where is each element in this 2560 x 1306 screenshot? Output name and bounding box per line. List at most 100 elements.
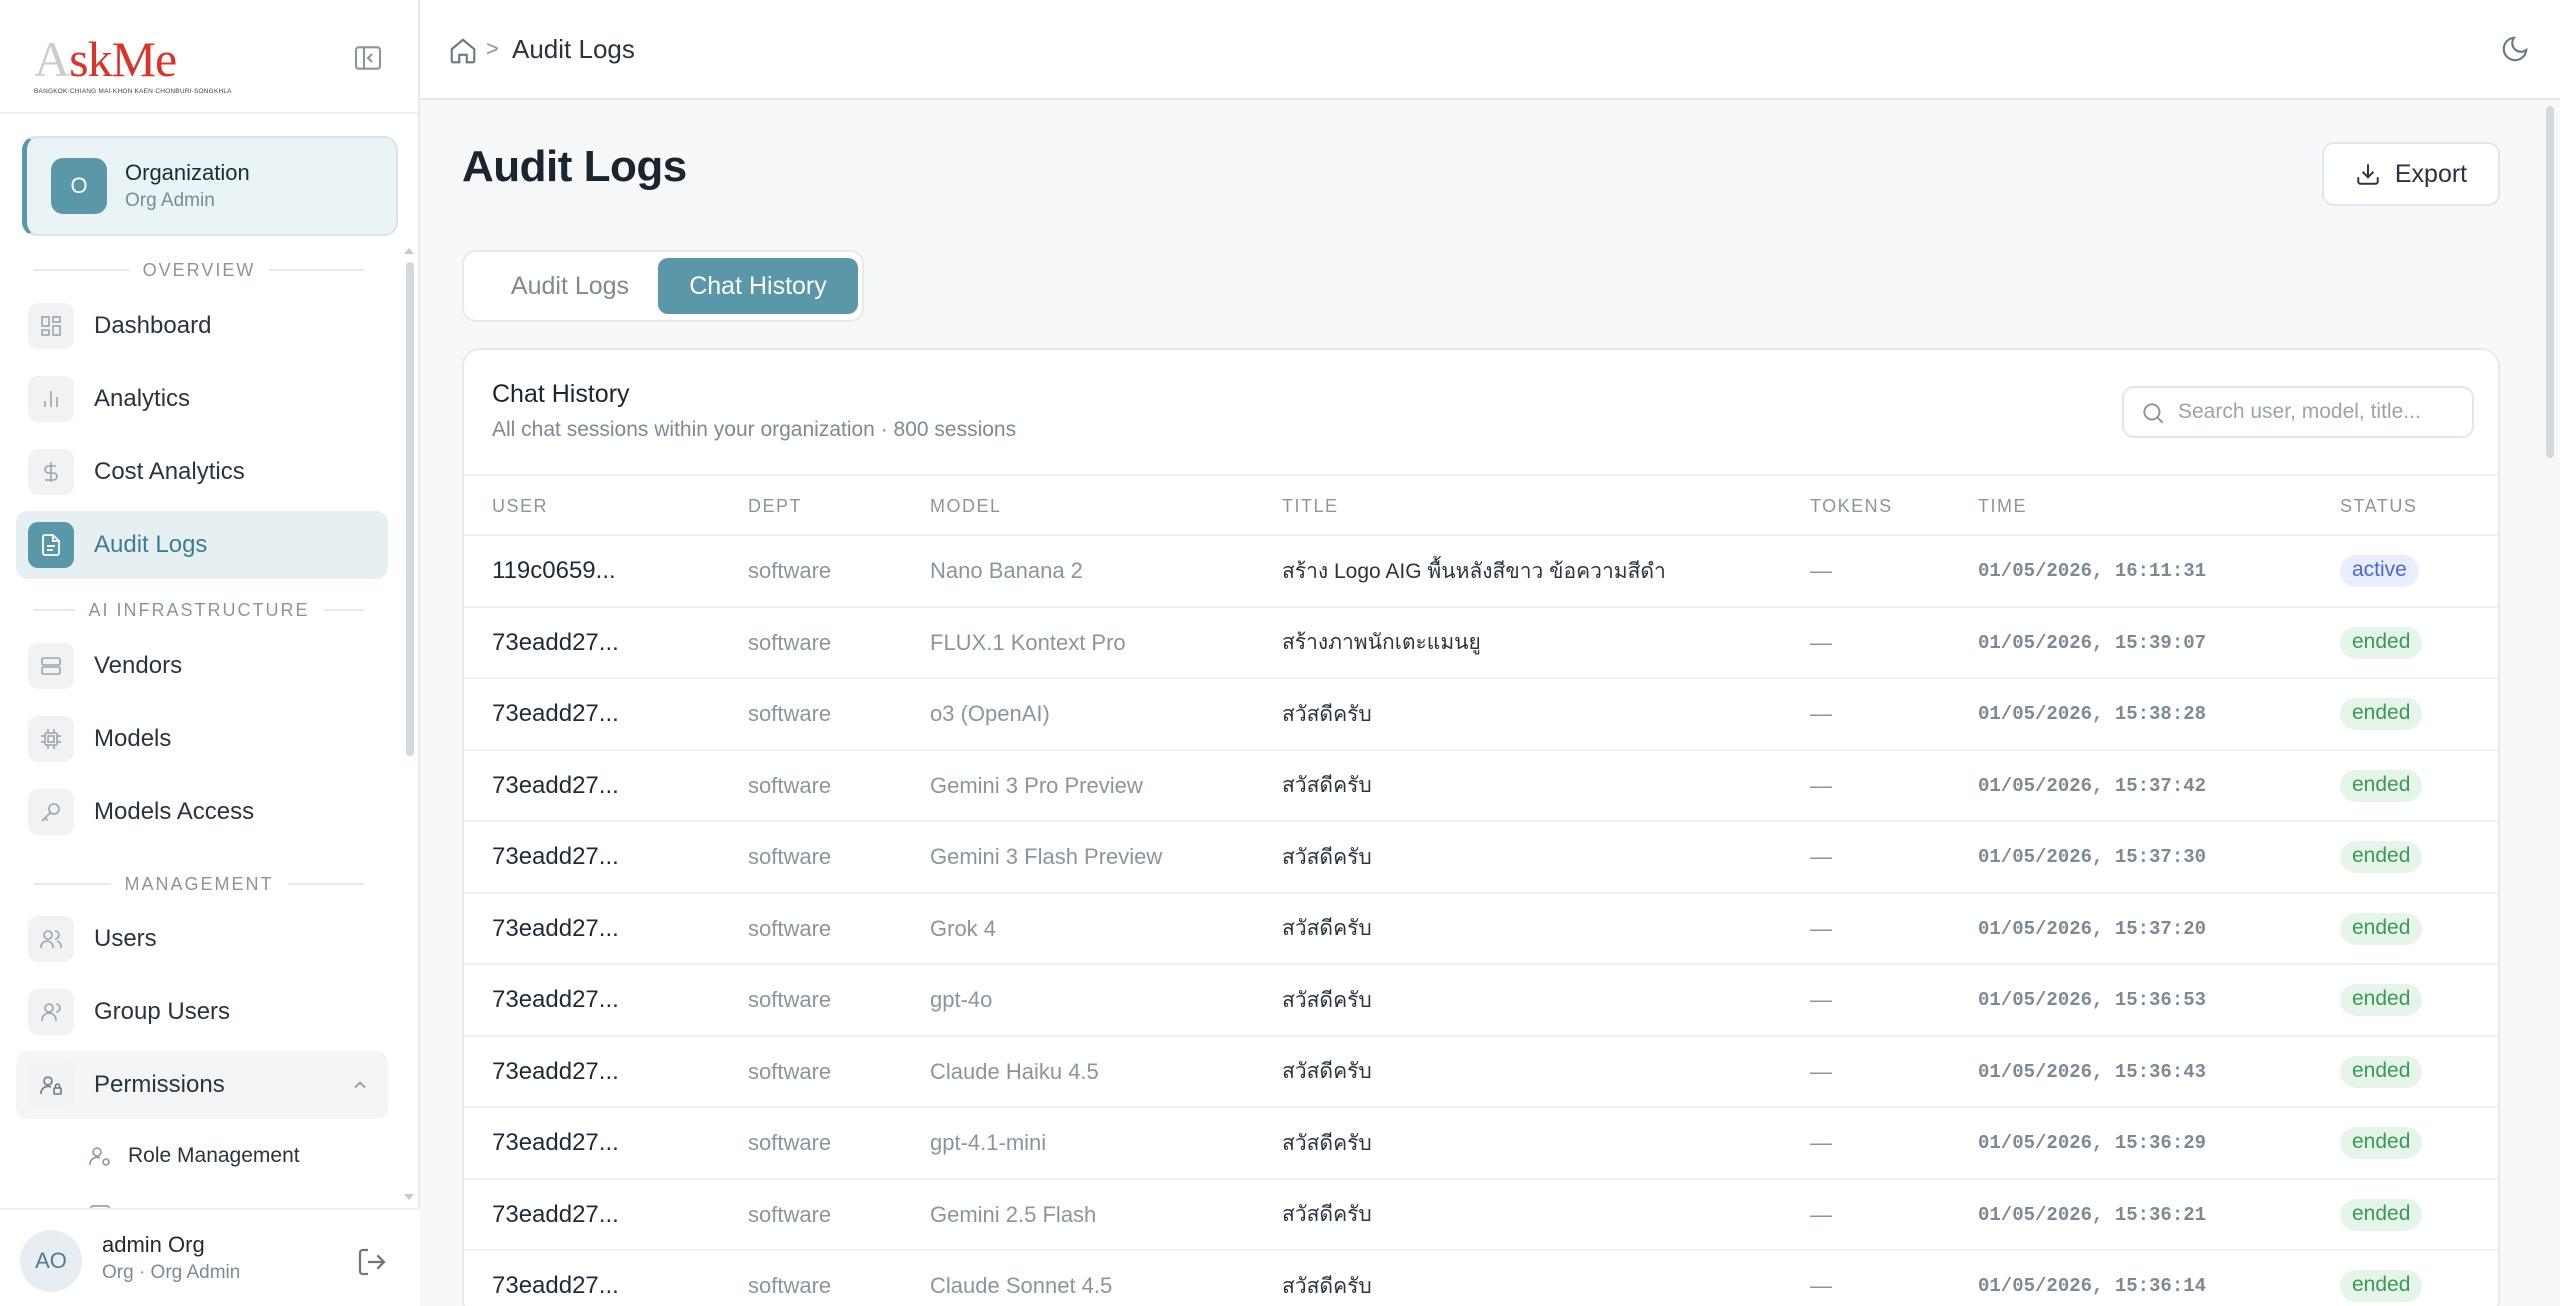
cell-time: 01/05/2026, 15:39:07 [1978, 631, 2207, 654]
scroll-down-icon[interactable] [402, 1192, 416, 1202]
sidebar-item-group-users[interactable]: Group Users [16, 978, 388, 1046]
chat-history-card: Chat History All chat sessions within yo… [462, 348, 2500, 1306]
sidebar-nav: OVERVIEW Dashboard Analytics Cost Analyt… [0, 248, 420, 1208]
sidebar-item-audit-logs[interactable]: Audit Logs [16, 511, 388, 579]
breadcrumb-separator: > [486, 36, 499, 61]
cell-time: 01/05/2026, 15:36:53 [1978, 989, 2207, 1011]
org-avatar: O [51, 158, 107, 214]
column-header-time[interactable]: TIME [1978, 496, 2027, 517]
status-badge: active [2340, 555, 2419, 587]
main-scrollbar[interactable] [2546, 106, 2554, 458]
table-row[interactable]: 73eadd27... software Claude Sonnet 4.5 ส… [464, 1251, 2498, 1306]
cell-dept: software [748, 558, 832, 583]
cell-status: ended [2340, 1180, 2490, 1250]
sidebar-item-label: Models [94, 725, 172, 752]
column-header-dept[interactable]: DEPT [748, 496, 802, 517]
table-row[interactable]: 119c0659... software Nano Banana 2 สร้าง… [464, 536, 2498, 608]
sidebar-item-vendors[interactable]: Vendors [16, 632, 388, 700]
card-subtitle: All chat sessions within your organizati… [492, 418, 1017, 441]
cell-tokens: — [1810, 772, 1832, 798]
cell-user: 73eadd27... [492, 1200, 619, 1228]
search-box [2122, 386, 2474, 438]
column-header-model[interactable]: MODEL [930, 496, 1002, 517]
table-row[interactable]: 73eadd27... software Gemini 2.5 Flash สว… [464, 1180, 2498, 1251]
tab-bar: Audit Logs Chat History [462, 250, 864, 322]
table-row[interactable]: 73eadd27... software o3 (OpenAI) สวัสดีค… [464, 679, 2498, 751]
tab-chat-history[interactable]: Chat History [658, 258, 858, 314]
status-badge: ended [2340, 984, 2423, 1016]
cell-model: gpt-4.1-mini [930, 1130, 1047, 1155]
askme-logo[interactable]: AskMe BANGKOK·CHIANG MAI·KHON KAEN·CHONB… [34, 31, 246, 95]
section-ai-infrastructure: AI INFRASTRUCTURE [34, 598, 365, 622]
sidebar-item-dashboard[interactable]: Dashboard [16, 292, 388, 360]
table-row[interactable]: 73eadd27... software Grok 4 สวัสดีครับ —… [464, 894, 2498, 965]
sidebar-item-models-access[interactable]: Models Access [16, 778, 388, 846]
server-icon [28, 643, 74, 689]
sidebar-scrollbar[interactable] [406, 262, 414, 756]
cell-title: สวัสดีครับ [1282, 702, 1372, 726]
status-badge: ended [2340, 841, 2423, 873]
cell-model: FLUX.1 Kontext Pro [930, 629, 1126, 655]
sidebar-item-permissions[interactable]: Permissions [16, 1051, 388, 1119]
status-badge: ended [2340, 912, 2423, 945]
status-badge: ended [2340, 1198, 2423, 1231]
table-row[interactable]: 73eadd27... software Gemini 3 Pro Previe… [464, 751, 2498, 822]
tab-audit-logs[interactable]: Audit Logs [472, 258, 668, 314]
table-row[interactable]: 73eadd27... software FLUX.1 Kontext Pro … [464, 608, 2498, 679]
cell-dept: software [748, 844, 832, 869]
cell-title: สวัสดีครับ [1282, 1203, 1372, 1226]
sidebar-item-users[interactable]: Users [16, 905, 388, 973]
table-header: USER DEPT MODEL TITLE TOKENS TIME STATUS [464, 474, 2498, 536]
card-title: Chat History [492, 380, 630, 408]
cell-model: o3 (OpenAI) [930, 701, 1050, 726]
cell-time: 01/05/2026, 15:36:14 [1978, 1275, 2207, 1297]
cell-tokens: — [1810, 844, 1832, 869]
cell-user: 73eadd27... [492, 986, 619, 1013]
scroll-up-icon[interactable] [402, 246, 416, 256]
section-overview: OVERVIEW [34, 258, 365, 282]
cell-title: สวัสดีครับ [1282, 1274, 1372, 1298]
cell-status: ended [2340, 679, 2490, 749]
export-label: Export [2394, 159, 2468, 188]
status-badge: ended [2340, 626, 2423, 659]
table-row[interactable]: 73eadd27... software Claude Haiku 4.5 สว… [464, 1037, 2498, 1108]
logout-icon[interactable] [356, 1246, 388, 1278]
sidebar-item-models[interactable]: Models [16, 705, 388, 773]
cell-tokens: — [1810, 1273, 1832, 1298]
dollar-icon [28, 449, 74, 495]
cell-status: ended [2340, 965, 2490, 1035]
avatar: AO [20, 1230, 82, 1292]
column-header-title[interactable]: TITLE [1282, 496, 1339, 517]
cell-time: 01/05/2026, 15:36:21 [1978, 1203, 2207, 1226]
moon-icon[interactable] [2500, 34, 2532, 66]
cpu-icon [28, 716, 74, 762]
cell-tokens: — [1810, 987, 1832, 1012]
column-header-tokens[interactable]: TOKENS [1810, 496, 1893, 517]
sidebar-item-analytics[interactable]: Analytics [16, 365, 388, 433]
table-row[interactable]: 73eadd27... software gpt-4.1-mini สวัสดี… [464, 1108, 2498, 1180]
sidebar-item-label: Group Users [94, 998, 231, 1025]
cell-tokens: — [1810, 1201, 1832, 1227]
table-row[interactable]: 73eadd27... software Gemini 3 Flash Prev… [464, 822, 2498, 894]
logo-letter: A [34, 31, 70, 87]
cell-user: 73eadd27... [492, 1057, 619, 1085]
page-title: Audit Logs [462, 142, 687, 191]
cell-model: Gemini 2.5 Flash [930, 1201, 1097, 1227]
home-icon[interactable] [448, 36, 478, 66]
sidebar-collapse-icon[interactable] [352, 42, 384, 74]
sidebar-item-role-management[interactable]: Role Management [88, 1136, 300, 1176]
search-input[interactable] [2178, 396, 2464, 428]
cell-user: 73eadd27... [492, 1272, 619, 1299]
sidebar-item-partial[interactable] [88, 1194, 112, 1208]
cell-time: 01/05/2026, 15:37:30 [1978, 846, 2207, 868]
table-row[interactable]: 73eadd27... software gpt-4o สวัสดีครับ —… [464, 965, 2498, 1037]
column-header-user[interactable]: USER [492, 496, 548, 517]
column-header-status[interactable]: STATUS [2340, 496, 2417, 517]
user-profile[interactable]: AO admin Org Org · Org Admin [0, 1208, 420, 1306]
users-icon [28, 916, 74, 962]
sidebar-item-cost-analytics[interactable]: Cost Analytics [16, 438, 388, 506]
status-badge: ended [2340, 1055, 2423, 1088]
org-switcher[interactable]: O Organization Org Admin [22, 136, 398, 236]
cell-title: สร้าง Logo AIG พื้นหลังสีขาว ข้อความสีดำ [1282, 559, 1666, 583]
export-button[interactable]: Export [2322, 142, 2500, 206]
